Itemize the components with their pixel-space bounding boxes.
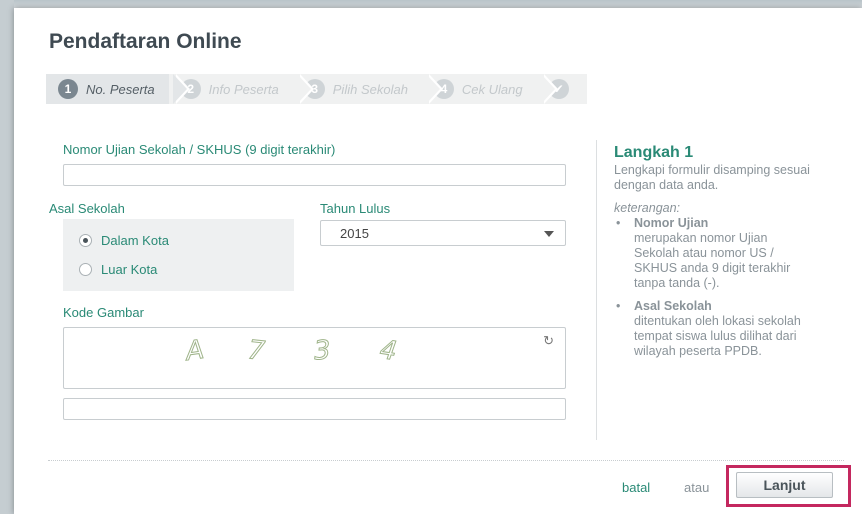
help-item: • Nomor Ujian merupakan nomor Ujian Seko… [614, 216, 814, 291]
radio-dalam-kota[interactable]: Dalam Kota [79, 233, 169, 248]
help-list: • Nomor Ujian merupakan nomor Ujian Seko… [614, 216, 814, 359]
nomor-ujian-label: Nomor Ujian Sekolah / SKHUS (9 digit ter… [63, 142, 336, 157]
radio-unchecked-icon [79, 263, 92, 276]
footer-or-text: atau [684, 480, 710, 495]
nomor-ujian-input[interactable] [63, 164, 566, 186]
radio-label: Luar Kota [101, 262, 158, 277]
footer-divider [48, 460, 844, 461]
help-intro: Lengkapi formulir disamping sesuai denga… [614, 163, 810, 192]
help-term: Nomor Ujian [634, 216, 709, 230]
help-term: Asal Sekolah [634, 299, 712, 313]
help-note-label: keterangan: [614, 201, 681, 215]
batal-link[interactable]: batal [622, 480, 650, 495]
asal-sekolah-label: Asal Sekolah [49, 201, 125, 216]
captcha-input[interactable] [63, 398, 566, 420]
lanjut-button[interactable]: Lanjut [736, 472, 833, 498]
help-desc: ditentukan oleh lokasi sekolah tempat si… [634, 314, 801, 358]
chevron-down-icon [544, 231, 554, 237]
captcha-char: 4 [377, 334, 399, 368]
radio-label: Dalam Kota [101, 233, 169, 248]
tahun-lulus-label: Tahun Lulus [320, 201, 391, 216]
help-title: Langkah 1 [614, 144, 694, 161]
tahun-lulus-value: 2015 [340, 226, 369, 241]
captcha-char: A [183, 334, 206, 368]
bullet-icon: • [616, 216, 621, 230]
highlight-box: Lanjut [726, 465, 851, 507]
refresh-icon[interactable]: ↻ [543, 333, 554, 349]
step-wizard: 1 No. Peserta 2 Info Peserta 3 Pilih Sek… [46, 74, 587, 104]
tahun-lulus-select[interactable]: 2015 [320, 220, 566, 246]
help-desc: merupakan nomor Ujian Sekolah atau nomor… [634, 231, 791, 290]
captcha-char: 3 [312, 335, 332, 367]
step-number: 1 [58, 79, 78, 99]
bullet-icon: • [616, 299, 621, 313]
kode-gambar-label: Kode Gambar [63, 305, 144, 320]
radio-checked-icon [79, 234, 92, 247]
step-label: Info Peserta [208, 81, 279, 97]
step-label: Pilih Sekolah [332, 81, 408, 97]
help-item: • Asal Sekolah ditentukan oleh lokasi se… [614, 299, 814, 359]
dialog-title: Pendaftaran Online [49, 30, 242, 53]
step-no-peserta[interactable]: 1 No. Peserta [46, 74, 190, 104]
registration-dialog: Pendaftaran Online 1 No. Peserta 2 Info … [14, 8, 862, 514]
help-panel: Langkah 1 Lengkapi formulir disamping se… [614, 143, 814, 359]
asal-sekolah-group: Dalam Kota Luar Kota [63, 219, 294, 291]
captcha-char: 7 [246, 335, 267, 368]
radio-luar-kota[interactable]: Luar Kota [79, 262, 157, 277]
step-label: Cek Ulang [461, 81, 523, 97]
backdrop-edge [0, 0, 14, 514]
column-divider [596, 140, 597, 440]
step-label: No. Peserta [86, 81, 155, 97]
captcha-image: A 7 3 4 ↻ [63, 327, 566, 389]
